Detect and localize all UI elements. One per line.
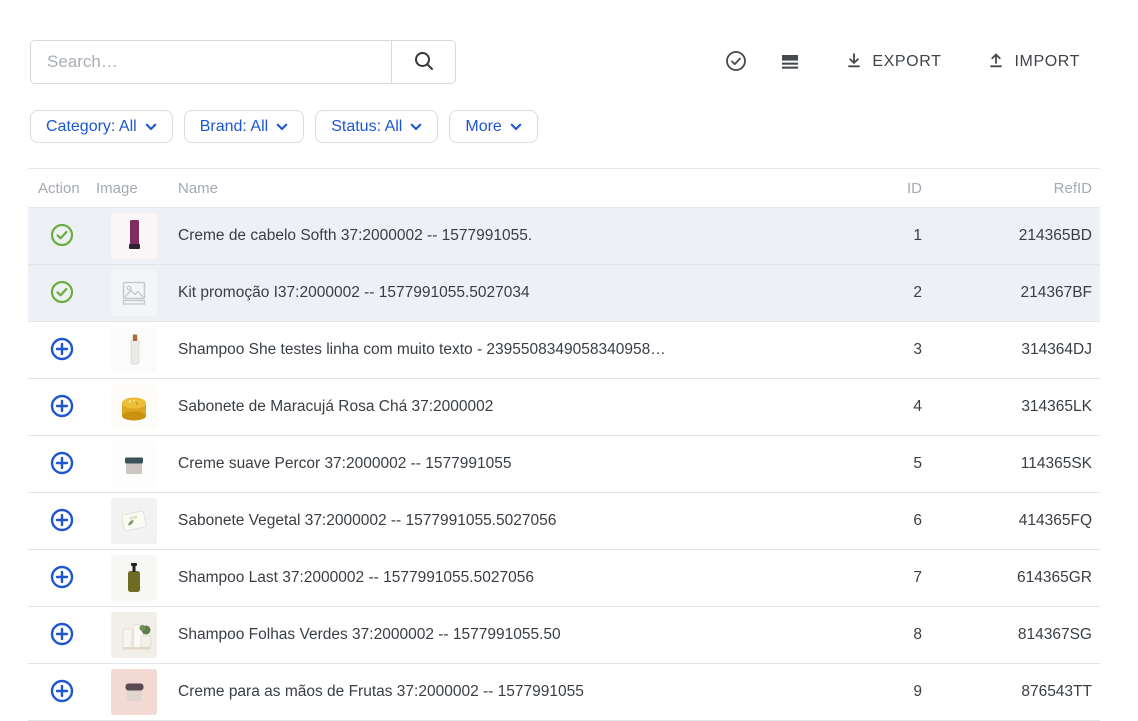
search-button[interactable] xyxy=(391,41,455,83)
rows-density-button[interactable] xyxy=(779,50,801,75)
filter-bar: Category: All Brand: All Status: All Mor… xyxy=(30,110,538,143)
product-refid: 114365SK xyxy=(922,455,1100,473)
download-icon xyxy=(845,51,863,74)
chevron-down-icon xyxy=(276,118,288,136)
product-refid: 414365FQ xyxy=(922,512,1100,530)
product-name: Shampoo She testes linha com muito texto… xyxy=(172,341,842,359)
add-plus-icon xyxy=(50,565,74,592)
filter-status[interactable]: Status: All xyxy=(315,110,438,143)
export-label: EXPORT xyxy=(872,53,941,71)
import-button[interactable]: IMPORT xyxy=(987,51,1080,74)
column-header-refid: RefID xyxy=(922,180,1100,197)
product-id: 7 xyxy=(842,569,922,587)
product-thumbnail-pink-jar xyxy=(111,669,157,715)
product-name: Sabonete Vegetal 37:2000002 -- 157799105… xyxy=(172,512,842,530)
filter-more[interactable]: More xyxy=(449,110,537,143)
added-check-icon xyxy=(50,223,74,250)
remove-from-selection-button[interactable] xyxy=(50,223,74,250)
product-thumbnail-olive-bottle xyxy=(111,555,157,601)
product-thumbnail-magenta-tube xyxy=(111,213,157,259)
add-to-selection-button[interactable] xyxy=(50,565,74,592)
product-id: 3 xyxy=(842,341,922,359)
remove-from-selection-button[interactable] xyxy=(50,280,74,307)
check-circle-icon xyxy=(725,50,747,75)
add-to-selection-button[interactable] xyxy=(50,622,74,649)
product-thumbnail-vegetal-soap xyxy=(111,498,157,544)
product-name: Creme suave Percor 37:2000002 -- 1577991… xyxy=(172,455,842,473)
product-thumbnail-plant-bottles xyxy=(111,612,157,658)
add-plus-icon xyxy=(50,394,74,421)
check-circle-button[interactable] xyxy=(725,50,747,75)
product-thumbnail-white-bottle xyxy=(111,327,157,373)
product-name: Sabonete de Maracujá Rosa Chá 37:2000002 xyxy=(172,398,842,416)
table-body: Creme de cabelo Softh 37:2000002 -- 1577… xyxy=(28,208,1100,721)
search-icon xyxy=(413,50,435,75)
table-row: Shampoo Folhas Verdes 37:2000002 -- 1577… xyxy=(28,607,1100,664)
product-id: 6 xyxy=(842,512,922,530)
add-plus-icon xyxy=(50,451,74,478)
filter-category-label: Category: All xyxy=(46,118,137,136)
product-refid: 314364DJ xyxy=(922,341,1100,359)
product-name: Creme para as mãos de Frutas 37:2000002 … xyxy=(172,683,842,701)
product-name: Shampoo Folhas Verdes 37:2000002 -- 1577… xyxy=(172,626,842,644)
chevron-down-icon xyxy=(410,118,422,136)
import-label: IMPORT xyxy=(1014,53,1080,71)
product-refid: 876543TT xyxy=(922,683,1100,701)
search-input[interactable] xyxy=(31,41,391,83)
product-refid: 214365BD xyxy=(922,227,1100,245)
export-button[interactable]: EXPORT xyxy=(845,51,941,74)
filter-brand[interactable]: Brand: All xyxy=(184,110,304,143)
add-plus-icon xyxy=(50,622,74,649)
table-row: Shampoo Last 37:2000002 -- 1577991055.50… xyxy=(28,550,1100,607)
table-row: Sabonete de Maracujá Rosa Chá 37:2000002… xyxy=(28,379,1100,436)
add-plus-icon xyxy=(50,337,74,364)
product-id: 1 xyxy=(842,227,922,245)
product-refid: 614365GR xyxy=(922,569,1100,587)
toolbar: EXPORT IMPORT xyxy=(725,40,1080,84)
rows-icon xyxy=(779,50,801,75)
column-header-id: ID xyxy=(842,180,922,197)
product-thumbnail-dark-lid-jar xyxy=(111,441,157,487)
chevron-down-icon xyxy=(145,118,157,136)
product-thumbnail-image-placeholder xyxy=(111,270,157,316)
product-name: Shampoo Last 37:2000002 -- 1577991055.50… xyxy=(172,569,842,587)
products-table: Action Image Name ID RefID Creme de cabe… xyxy=(28,168,1100,721)
filter-category[interactable]: Category: All xyxy=(30,110,173,143)
chevron-down-icon xyxy=(510,118,522,136)
filter-brand-label: Brand: All xyxy=(200,118,268,136)
product-name: Creme de cabelo Softh 37:2000002 -- 1577… xyxy=(172,227,842,245)
product-id: 9 xyxy=(842,683,922,701)
product-id: 8 xyxy=(842,626,922,644)
product-refid: 314365LK xyxy=(922,398,1100,416)
add-to-selection-button[interactable] xyxy=(50,394,74,421)
column-header-name: Name xyxy=(172,180,842,197)
add-to-selection-button[interactable] xyxy=(50,679,74,706)
filter-status-label: Status: All xyxy=(331,118,402,136)
column-header-image: Image xyxy=(96,180,172,197)
added-check-icon xyxy=(50,280,74,307)
add-plus-icon xyxy=(50,679,74,706)
product-id: 4 xyxy=(842,398,922,416)
add-to-selection-button[interactable] xyxy=(50,451,74,478)
upload-icon xyxy=(987,51,1005,74)
add-to-selection-button[interactable] xyxy=(50,508,74,535)
product-id: 5 xyxy=(842,455,922,473)
column-header-action: Action xyxy=(28,180,96,197)
table-row: Creme suave Percor 37:2000002 -- 1577991… xyxy=(28,436,1100,493)
table-row: Creme de cabelo Softh 37:2000002 -- 1577… xyxy=(28,208,1100,265)
product-refid: 214367BF xyxy=(922,284,1100,302)
table-row: Creme para as mãos de Frutas 37:2000002 … xyxy=(28,664,1100,721)
add-to-selection-button[interactable] xyxy=(50,337,74,364)
search-bar xyxy=(30,40,456,84)
table-row: Shampoo She testes linha com muito texto… xyxy=(28,322,1100,379)
table-row: Kit promoção I37:2000002 -- 1577991055.5… xyxy=(28,265,1100,322)
table-row: Sabonete Vegetal 37:2000002 -- 157799105… xyxy=(28,493,1100,550)
product-id: 2 xyxy=(842,284,922,302)
product-thumbnail-yellow-soap xyxy=(111,384,157,430)
filter-more-label: More xyxy=(465,118,501,136)
product-refid: 814367SG xyxy=(922,626,1100,644)
add-plus-icon xyxy=(50,508,74,535)
product-name: Kit promoção I37:2000002 -- 1577991055.5… xyxy=(172,284,842,302)
table-header: Action Image Name ID RefID xyxy=(28,168,1100,208)
